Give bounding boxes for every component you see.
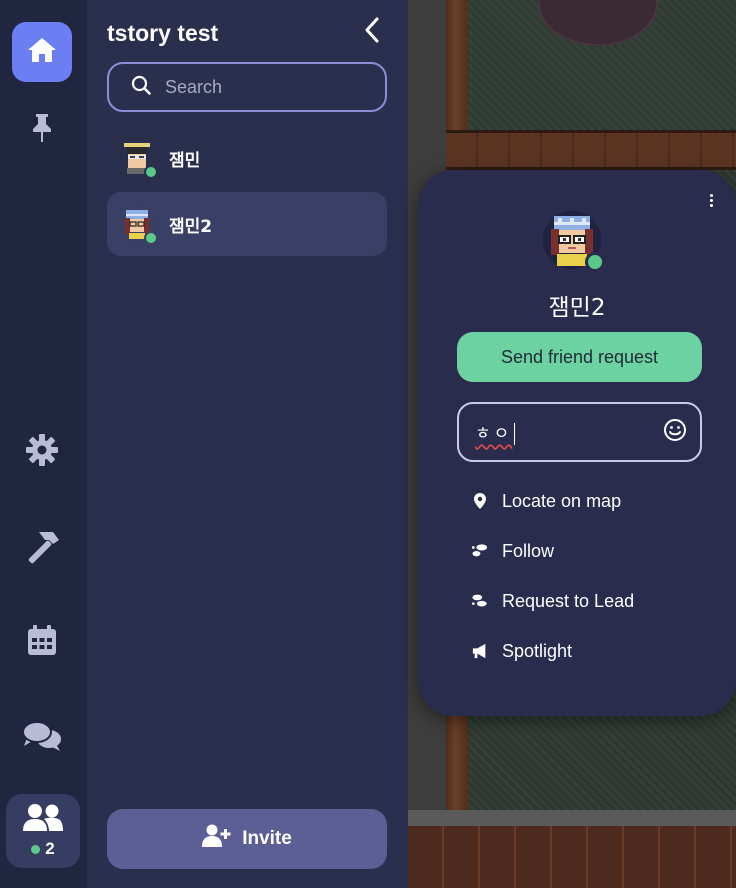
spotlight-button[interactable]: Spotlight (472, 636, 572, 666)
emoji-button[interactable] (662, 419, 688, 445)
user-row[interactable]: 잼민 (107, 126, 387, 190)
online-status-badge (585, 252, 605, 272)
search-input[interactable] (165, 76, 365, 98)
online-status-badge (144, 165, 158, 179)
chevron-left-icon (364, 17, 380, 47)
avatar (119, 206, 158, 245)
profile-name: 잼민2 (548, 295, 606, 321)
chat-button[interactable] (12, 708, 72, 768)
invite-button[interactable]: Invite (107, 809, 387, 869)
space-title: tstory test (107, 20, 219, 46)
footsteps-icon (472, 543, 488, 559)
user-name: 잼민2 (169, 216, 213, 237)
user-name: 잼민 (169, 150, 201, 171)
footsteps-lead-icon (472, 593, 488, 609)
online-dot (31, 844, 41, 854)
map-floor (408, 810, 736, 888)
smiley-icon (663, 418, 687, 446)
map-wood-wall (446, 130, 736, 170)
text-caret (514, 423, 516, 445)
chat-bubbles-icon (22, 720, 62, 756)
people-button[interactable]: 2 (6, 794, 80, 868)
more-options-button[interactable] (704, 190, 718, 210)
locate-on-map-button[interactable]: Locate on map (472, 486, 621, 516)
kebab-dot (709, 203, 713, 207)
menu-item-label: Follow (502, 540, 555, 561)
send-friend-request-button[interactable]: Send friend request (457, 332, 702, 382)
participants-panel: tstory test 잼민 (87, 0, 408, 888)
user-row-selected[interactable]: 잼민2 (107, 192, 387, 256)
online-count-value: 2 (45, 839, 55, 858)
pin-button[interactable] (12, 100, 72, 160)
avatar (119, 140, 158, 179)
profile-card: 잼민2 Send friend request ㅎㅇ Locate on map… (418, 170, 736, 716)
home-icon (27, 36, 57, 68)
message-text: ㅎㅇ (475, 424, 513, 444)
gear-icon (25, 433, 59, 471)
add-user-icon (202, 824, 232, 854)
build-button[interactable] (12, 518, 72, 578)
map-pin-icon (472, 493, 488, 509)
profile-avatar (542, 210, 605, 272)
menu-item-label: Request to Lead (502, 590, 635, 611)
kebab-dot (709, 198, 713, 202)
menu-item-label: Spotlight (502, 640, 573, 661)
message-input-value: ㅎㅇ (475, 419, 662, 445)
follow-button[interactable]: Follow (472, 536, 554, 566)
settings-button[interactable] (12, 422, 72, 482)
online-status-badge (144, 231, 158, 245)
pin-icon (30, 112, 54, 148)
menu-item-label: Locate on map (502, 490, 622, 511)
invite-label: Invite (242, 828, 292, 849)
icon-rail: 2 (0, 0, 87, 888)
people-icon (22, 803, 64, 837)
calendar-button[interactable] (12, 612, 72, 672)
megaphone-icon (472, 643, 488, 659)
online-count: 2 (31, 839, 55, 859)
search-icon (131, 75, 151, 99)
message-input[interactable]: ㅎㅇ (457, 402, 702, 462)
request-to-lead-button[interactable]: Request to Lead (472, 586, 634, 616)
search-box[interactable] (107, 62, 387, 112)
home-button[interactable] (12, 22, 72, 82)
hammer-icon (23, 528, 61, 568)
collapse-panel-button[interactable] (359, 17, 385, 47)
kebab-dot (709, 193, 713, 197)
calendar-icon (27, 624, 57, 660)
